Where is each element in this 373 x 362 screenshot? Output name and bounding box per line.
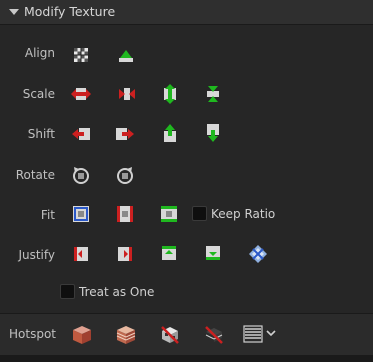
keep-ratio-checkbox[interactable] bbox=[192, 206, 207, 221]
fit-horizontal-icon[interactable] bbox=[115, 204, 135, 224]
justify-bottom-icon[interactable] bbox=[203, 243, 223, 263]
rotate-clockwise-icon[interactable] bbox=[114, 164, 134, 184]
scale-horizontal-expand-icon[interactable] bbox=[70, 84, 91, 104]
scale-label: Scale bbox=[22, 87, 55, 101]
keep-ratio-label: Keep Ratio bbox=[211, 207, 276, 221]
shift-up-icon[interactable] bbox=[160, 122, 180, 142]
align-label: Align bbox=[24, 46, 55, 60]
hotspot-cube-icon[interactable] bbox=[71, 324, 91, 344]
scale-vertical-expand-icon[interactable] bbox=[160, 83, 180, 104]
rotate-counterclockwise-icon[interactable] bbox=[70, 164, 90, 184]
justify-top-icon[interactable] bbox=[159, 243, 179, 263]
hotspot-label: Hotspot bbox=[9, 327, 56, 341]
scale-horizontal-shrink-icon[interactable] bbox=[116, 84, 136, 104]
shift-right-icon[interactable] bbox=[114, 124, 134, 144]
fit-both-icon[interactable] bbox=[71, 204, 91, 224]
treat-as-one-checkbox[interactable] bbox=[60, 284, 75, 299]
hotspot-bricks-icon[interactable] bbox=[115, 324, 136, 344]
treat-as-one-label: Treat as One bbox=[79, 285, 155, 299]
rotate-label: Rotate bbox=[15, 168, 55, 182]
justify-center-icon[interactable] bbox=[247, 243, 267, 263]
modify-texture-panel: Modify Texture Align Scale Shift Rotate … bbox=[0, 0, 373, 362]
hotspot-menu-icon[interactable] bbox=[243, 324, 263, 344]
panel-header[interactable]: Modify Texture bbox=[0, 0, 373, 25]
hotspot-bar: Hotspot bbox=[0, 313, 373, 356]
fit-label: Fit bbox=[40, 208, 55, 222]
fit-vertical-icon[interactable] bbox=[159, 204, 179, 224]
hotspot-disable-icon[interactable] bbox=[159, 324, 179, 344]
shift-label: Shift bbox=[27, 127, 55, 141]
hotspot-disable-bricks-icon[interactable] bbox=[203, 324, 223, 344]
chevron-down-icon[interactable] bbox=[264, 326, 278, 340]
align-warp-icon[interactable] bbox=[116, 45, 136, 65]
panel-title: Modify Texture bbox=[24, 4, 116, 19]
justify-label: Justify bbox=[18, 248, 55, 262]
bottom-strip bbox=[0, 355, 373, 362]
justify-left-icon[interactable] bbox=[71, 244, 91, 264]
scale-vertical-shrink-icon[interactable] bbox=[203, 83, 223, 103]
shift-down-icon[interactable] bbox=[203, 122, 223, 142]
collapse-triangle-icon[interactable] bbox=[9, 9, 19, 15]
justify-right-icon[interactable] bbox=[115, 244, 135, 264]
align-checker-icon[interactable] bbox=[71, 45, 91, 65]
shift-left-icon[interactable] bbox=[70, 124, 90, 144]
